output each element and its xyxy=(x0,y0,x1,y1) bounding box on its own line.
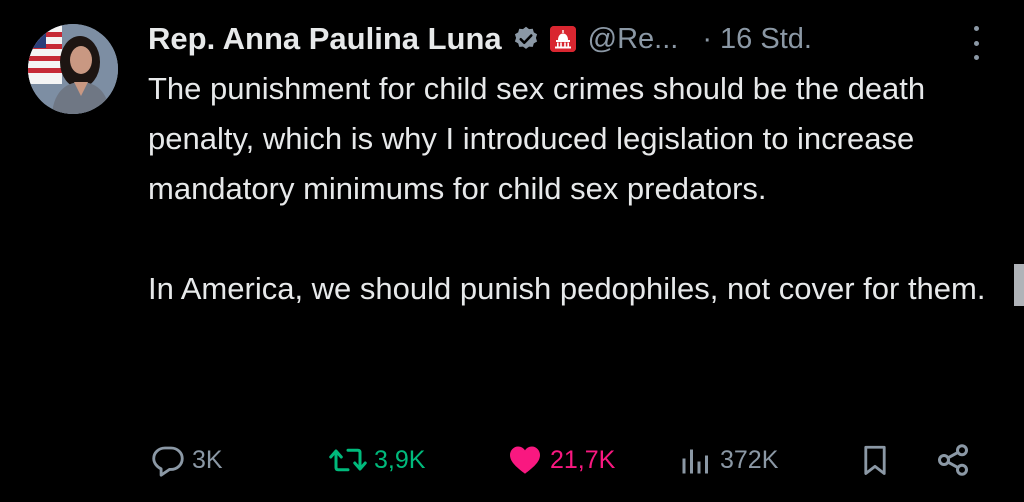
reply-count: 3K xyxy=(192,445,223,474)
share-icon xyxy=(938,444,968,476)
tweet-paragraph-2: In America, we should punish pedophiles,… xyxy=(148,271,986,306)
reply-button[interactable]: 3K xyxy=(150,438,223,482)
header-separator: · xyxy=(702,22,713,55)
share-button[interactable] xyxy=(934,438,972,482)
more-options-icon[interactable] xyxy=(970,26,982,60)
post-time[interactable]: 16 Std. xyxy=(720,23,812,56)
tweet-actions: 3K 3,9K 21,7K 372K xyxy=(0,438,1024,482)
author-handle[interactable]: @Re... xyxy=(588,23,679,56)
author-avatar[interactable] xyxy=(28,24,118,114)
verified-badge-icon[interactable] xyxy=(512,25,540,53)
affiliation-badge-icon[interactable] xyxy=(549,26,576,52)
like-count: 21,7K xyxy=(550,445,616,474)
reply-icon xyxy=(152,446,184,477)
analytics-icon xyxy=(682,449,708,474)
retweet-button[interactable]: 3,9K xyxy=(328,438,425,482)
tweet: Rep. Anna Paulina Luna @Re... · 16 Std. xyxy=(0,0,1024,502)
bookmark-button[interactable] xyxy=(858,438,892,482)
retweet-icon xyxy=(329,448,367,472)
scrollbar-thumb[interactable] xyxy=(1014,264,1024,306)
like-button[interactable]: 21,7K xyxy=(506,438,615,482)
tweet-header: Rep. Anna Paulina Luna @Re... · 16 Std. xyxy=(148,16,812,62)
retweet-count: 3,9K xyxy=(374,445,426,474)
view-count: 372K xyxy=(720,445,779,474)
avatar-photo-icon xyxy=(28,24,118,114)
author-name[interactable]: Rep. Anna Paulina Luna xyxy=(148,21,502,57)
bookmark-icon xyxy=(864,445,886,475)
heart-icon xyxy=(510,446,540,474)
tweet-paragraph-1: The punishment for child sex crimes shou… xyxy=(148,71,926,206)
tweet-text: The punishment for child sex crimes shou… xyxy=(148,64,988,314)
views-button[interactable]: 372K xyxy=(678,438,778,482)
